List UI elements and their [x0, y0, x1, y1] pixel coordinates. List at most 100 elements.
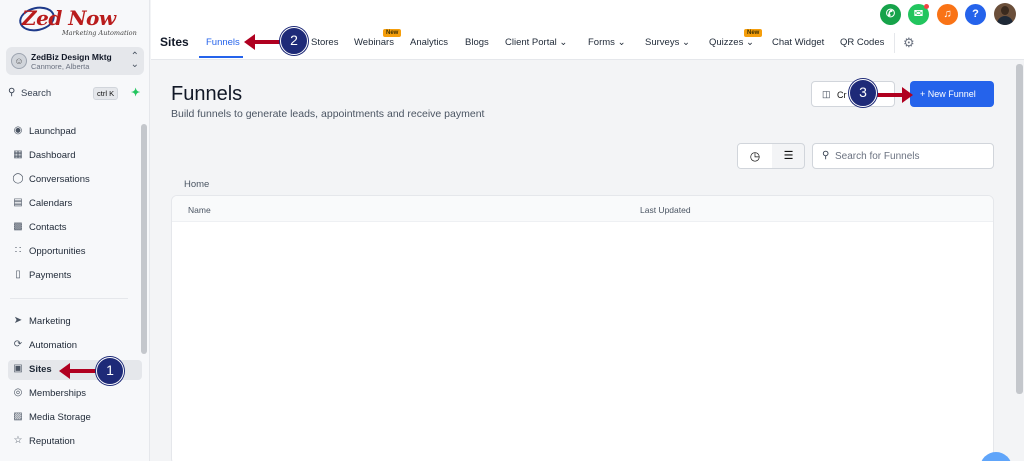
list-view-icon[interactable]: ☰ [772, 144, 805, 168]
logo-brand-text: Zed Now [22, 6, 116, 30]
sidebar-item-label: Sites [29, 364, 52, 375]
badge-icon: ◎ [13, 387, 23, 398]
rocket-icon: ◉ [13, 125, 23, 136]
main-scrollbar[interactable] [1016, 64, 1023, 394]
new-badge: New [744, 29, 763, 37]
sidebar-item-calendars[interactable]: ▤ Calendars [8, 194, 142, 214]
main-content: Funnels Build funnels to generate leads,… [151, 61, 1024, 461]
tab-stores[interactable]: Stores [311, 37, 338, 48]
calendar-icon: ▤ [13, 197, 23, 208]
sidebar-item-conversations[interactable]: ◯ Conversations [8, 170, 142, 190]
tab-client-portal[interactable]: Client Portal ⌄ [505, 37, 567, 48]
tab-funnels[interactable]: Funnels [206, 37, 240, 48]
view-toggle: ◷ ☰ [737, 143, 805, 169]
bell-icon[interactable]: ♫ [937, 4, 958, 25]
column-header-name[interactable]: Name [188, 205, 211, 215]
chevron-down-icon: ⌄ [681, 37, 690, 48]
funnels-table: Name Last Updated [171, 195, 994, 461]
top-bar: Sites Funnels Stores Webinars New Analyt… [151, 0, 1024, 60]
sidebar-item-label: Conversations [29, 174, 90, 185]
tab-analytics[interactable]: Analytics [410, 37, 448, 48]
sidebar-item-label: Dashboard [29, 150, 76, 161]
annotation-arrow-3 [874, 87, 913, 103]
sidebar-item-launchpad[interactable]: ◉ Launchpad [8, 122, 142, 142]
folder-plus-icon: ◫ [822, 89, 831, 99]
tab-blogs[interactable]: Blogs [465, 37, 489, 48]
send-icon: ➤ [13, 315, 23, 326]
new-funnel-button[interactable]: + New Funnel [910, 81, 994, 107]
account-name: ZedBiz Design Mktg [31, 52, 112, 62]
sidebar-item-label: Contacts [29, 222, 67, 233]
brand-logo[interactable]: Zed Now Marketing Automation [16, 3, 137, 40]
table-header: Name Last Updated [172, 196, 993, 222]
user-avatar[interactable] [994, 3, 1016, 25]
funnel-search-input[interactable] [835, 148, 985, 164]
annotation-marker-2: 2 [280, 27, 308, 55]
column-header-last-updated[interactable]: Last Updated [640, 205, 691, 215]
sidebar-item-payments[interactable]: ▯ Payments [8, 266, 142, 286]
chevron-updown-icon: ⌃ ⌄ [130, 51, 139, 70]
search-icon: ⚲ [8, 87, 16, 98]
tab-label: Forms [588, 37, 615, 48]
shortcut-badge: ctrl K [93, 87, 119, 100]
annotation-arrow-2 [244, 34, 283, 50]
account-switcher[interactable]: ☺ ZedBiz Design Mktg Canmore, Alberta ⌃ ⌄ [6, 47, 144, 75]
sidebar-item-label: Reputation [29, 436, 75, 447]
sidebar-divider [10, 298, 128, 299]
sidebar-item-contacts[interactable]: ▩ Contacts [8, 218, 142, 238]
tab-webinars[interactable]: Webinars [354, 37, 394, 48]
sidebar-item-opportunities[interactable]: ∷ Opportunities [8, 242, 142, 262]
sidebar-item-label: Opportunities [29, 246, 86, 257]
chevron-down-icon: ⌄ [617, 37, 626, 48]
sidebar-search-label: Search [21, 88, 52, 99]
annotation-marker-1: 1 [96, 357, 124, 385]
avatar-body [997, 16, 1013, 25]
tab-label: Quizzes [709, 37, 744, 48]
phone-icon[interactable]: ✆ [880, 4, 901, 25]
contacts-icon: ▩ [13, 221, 23, 232]
sidebar-item-label: Calendars [29, 198, 73, 209]
logo-tagline: Marketing Automation [62, 29, 137, 37]
tab-chat-widget[interactable]: Chat Widget [772, 37, 824, 48]
help-icon[interactable]: ? [965, 4, 986, 25]
tab-forms[interactable]: Forms ⌄ [588, 37, 626, 48]
tab-label: Surveys [645, 37, 680, 48]
new-funnel-label: + New Funnel [920, 89, 976, 99]
automation-icon: ⟳ [13, 339, 23, 350]
sidebar: Zed Now Marketing Automation ☺ ZedBiz De… [0, 0, 150, 461]
topbar-separator [894, 33, 895, 53]
search-icon: ⚲ [822, 150, 830, 161]
gear-icon[interactable]: ⚙ [903, 35, 915, 51]
grid-icon: ▦ [13, 149, 23, 160]
breadcrumb[interactable]: Home [184, 179, 209, 190]
tab-label: Client Portal [505, 37, 557, 48]
sidebar-scrollbar[interactable] [141, 124, 147, 354]
annotation-marker-3: 3 [849, 79, 877, 107]
sidebar-item-label: Launchpad [29, 126, 77, 137]
sidebar-item-reputation[interactable]: ☆ Reputation [8, 432, 142, 452]
clock-icon[interactable]: ◷ [738, 144, 772, 168]
sidebar-item-label: Media Storage [29, 412, 91, 423]
active-tab-indicator [199, 56, 243, 58]
page-subtitle: Build funnels to generate leads, appoint… [171, 108, 485, 120]
new-badge: New [383, 29, 402, 37]
chevron-down-icon: ⌄ [559, 37, 568, 48]
sidebar-item-media-storage[interactable]: ▨ Media Storage [8, 408, 142, 428]
chat-icon: ◯ [12, 173, 24, 184]
tab-surveys[interactable]: Surveys ⌄ [645, 37, 690, 48]
sidebar-item-automation[interactable]: ⟳ Automation [8, 336, 142, 356]
sidebar-item-marketing[interactable]: ➤ Marketing [8, 312, 142, 332]
sidebar-item-memberships[interactable]: ◎ Memberships [8, 384, 142, 404]
tab-quizzes[interactable]: Quizzes ⌄ [709, 37, 754, 48]
sidebar-item-label: Memberships [29, 388, 87, 399]
sidebar-search[interactable]: ⚲ Search ctrl K ✦ [6, 85, 144, 103]
sidebar-item-label: Payments [29, 270, 72, 281]
opportunities-icon: ∷ [14, 245, 22, 256]
sidebar-item-dashboard[interactable]: ▦ Dashboard [8, 146, 142, 166]
image-icon: ▨ [13, 411, 23, 422]
tab-qr-codes[interactable]: QR Codes [840, 37, 884, 48]
avatar-head [1001, 6, 1009, 15]
quick-action-icon[interactable]: ✦ [131, 86, 140, 99]
sidebar-item-label: Automation [29, 340, 78, 351]
create-folder-label: Cr [837, 90, 847, 100]
